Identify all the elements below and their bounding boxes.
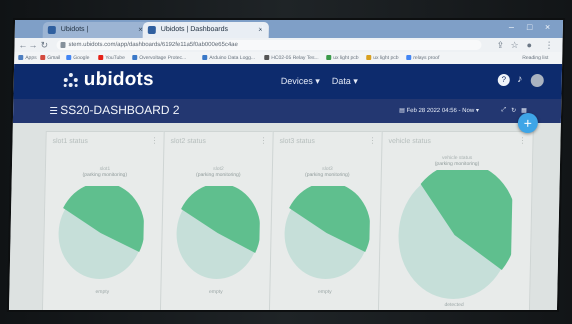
widget-menu-icon[interactable]: ⋮ bbox=[368, 136, 376, 145]
gmail-icon bbox=[40, 55, 46, 61]
bookmark-item[interactable]: ux light pcb bbox=[326, 52, 359, 64]
back-arrow-icon[interactable]: ← bbox=[18, 38, 27, 52]
maximize-button[interactable]: □ bbox=[527, 22, 533, 32]
bell-icon[interactable]: ♪ bbox=[514, 74, 526, 86]
bookmark-item[interactable]: Apps bbox=[18, 52, 37, 64]
hamburger-menu-icon[interactable] bbox=[50, 107, 58, 114]
minimize-button[interactable]: – bbox=[509, 22, 514, 32]
widget-label: empty bbox=[95, 289, 110, 295]
widget-card-vehicle[interactable]: vehicle status ⋮ vehicle status (parking… bbox=[377, 131, 534, 310]
widget-menu-icon[interactable]: ⋮ bbox=[518, 136, 526, 145]
google-icon bbox=[66, 55, 72, 61]
browser-tab-bar: Ubidots | × Ubidots | Dashboards × + – □… bbox=[14, 20, 564, 38]
dashboard-canvas: slot1 status ⋮ slot1 (parking monitoring… bbox=[8, 123, 561, 310]
url-text: stem.ubidots.com/app/dashboards/6192fe11… bbox=[68, 42, 238, 48]
widget-label: empty bbox=[208, 289, 223, 295]
browser-menu-icon[interactable]: ⋮ bbox=[544, 38, 553, 52]
data-menu[interactable]: Data ▾ bbox=[332, 76, 358, 87]
bookmark-favicon-icon bbox=[132, 55, 138, 61]
bookmark-item[interactable]: Gmail bbox=[40, 52, 60, 64]
widget-title: slot3 status bbox=[279, 138, 315, 145]
pie-chart[interactable] bbox=[57, 186, 145, 280]
widget-subtitle: (parking monitoring) bbox=[304, 172, 350, 178]
widget-label: empty bbox=[317, 289, 332, 295]
widget-subtitle: (parking monitoring) bbox=[82, 172, 128, 178]
tab-label: Ubidots | bbox=[60, 26, 89, 33]
bookmark-item[interactable]: Arduino Data Logg... bbox=[202, 52, 255, 64]
widget-title: vehicle status bbox=[388, 138, 431, 145]
widget-title: slot1 status bbox=[52, 138, 88, 145]
address-bar-row: ← → ↻ stem.ubidots.com/app/dashboards/61… bbox=[14, 38, 563, 52]
devices-menu[interactable]: Devices ▾ bbox=[281, 76, 320, 87]
widget-menu-icon[interactable]: ⋮ bbox=[259, 136, 267, 145]
youtube-icon bbox=[98, 55, 104, 61]
url-input[interactable]: stem.ubidots.com/app/dashboards/6192fe11… bbox=[56, 40, 482, 50]
bookmark-item[interactable]: HC02-05 Relay Tes... bbox=[264, 52, 319, 64]
apps-grid-icon bbox=[18, 55, 24, 61]
bookmark-item[interactable]: Google bbox=[66, 52, 89, 64]
bookmarks-bar: Apps Gmail Google YouTube Overvoltage Pr… bbox=[14, 52, 563, 64]
close-window-button[interactable]: × bbox=[545, 22, 550, 32]
tab-label: Ubidots | Dashboards bbox=[160, 26, 229, 33]
new-tab-button[interactable]: + bbox=[259, 21, 266, 35]
bookmark-item[interactable]: YouTube bbox=[98, 52, 125, 64]
pie-chart[interactable] bbox=[283, 186, 371, 280]
photo-frame: Ubidots | × Ubidots | Dashboards × + – □… bbox=[0, 0, 572, 324]
pie-chart[interactable] bbox=[396, 170, 513, 300]
avatar[interactable] bbox=[530, 74, 544, 87]
bookmark-favicon-icon bbox=[366, 55, 372, 61]
date-range-selector[interactable]: ▤ Feb 28 2022 04:56 - Now ▾ bbox=[399, 107, 479, 114]
google-icon bbox=[406, 55, 412, 61]
bookmark-favicon-icon bbox=[202, 55, 208, 61]
widget-card-slot3[interactable]: slot3 status ⋮ slot3 (parking monitoring… bbox=[268, 131, 384, 310]
forward-arrow-icon[interactable]: → bbox=[28, 38, 37, 52]
bookmark-favicon-icon bbox=[326, 55, 332, 61]
ubidots-favicon-icon bbox=[47, 26, 56, 34]
bookmark-item[interactable]: Overvoltage Protec... bbox=[132, 52, 186, 64]
app-logo[interactable]: ubidots bbox=[84, 69, 154, 91]
widget-title: slot2 status bbox=[170, 138, 206, 145]
app-header: ubidots Devices ▾ Data ▾ ? ♪ bbox=[13, 64, 563, 99]
bookmark-star-icon[interactable]: ☆ bbox=[510, 38, 518, 52]
reading-list[interactable]: Reading list bbox=[522, 52, 548, 64]
widget-subtitle: (parking monitoring) bbox=[195, 172, 241, 178]
help-icon[interactable]: ? bbox=[497, 74, 510, 86]
widget-label: detected bbox=[444, 302, 464, 308]
bookmark-item[interactable]: ux light pcb bbox=[366, 52, 399, 64]
monitor-screen: Ubidots | × Ubidots | Dashboards × + – □… bbox=[8, 20, 564, 310]
fullscreen-icon[interactable]: ⤢ bbox=[501, 107, 506, 114]
reload-icon[interactable]: ↻ bbox=[40, 38, 48, 52]
browser-tab-ubidots[interactable]: Ubidots | × bbox=[42, 22, 149, 38]
share-icon[interactable]: ⇪ bbox=[496, 38, 504, 52]
lock-icon bbox=[60, 42, 66, 48]
pie-chart[interactable] bbox=[175, 186, 261, 280]
ubidots-logo-icon bbox=[63, 73, 79, 88]
refresh-icon[interactable]: ↻ bbox=[511, 107, 516, 114]
bookmark-favicon-icon bbox=[264, 55, 270, 61]
profile-icon[interactable]: ● bbox=[526, 38, 532, 52]
widget-menu-icon[interactable]: ⋮ bbox=[150, 136, 158, 145]
bookmark-item[interactable]: relays proof bbox=[406, 52, 439, 64]
widget-card-slot2[interactable]: slot2 status ⋮ slot2 (parking monitoring… bbox=[159, 131, 275, 310]
widget-card-slot1[interactable]: slot1 status ⋮ slot1 (parking monitoring… bbox=[41, 131, 166, 310]
browser-tab-dashboards[interactable]: Ubidots | Dashboards × bbox=[142, 22, 269, 38]
dashboard-toolbar: SS20-DASHBOARD 2 ▤ Feb 28 2022 04:56 - N… bbox=[12, 99, 562, 123]
dashboard-title[interactable]: SS20-DASHBOARD 2 bbox=[60, 103, 180, 117]
widget-subtitle: (parking monitoring) bbox=[434, 161, 480, 167]
ubidots-favicon-icon bbox=[147, 26, 156, 34]
